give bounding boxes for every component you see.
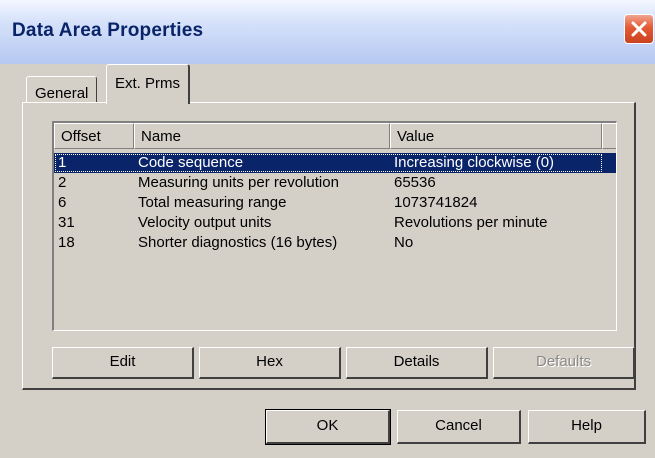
hex-button[interactable]: Hex [199, 347, 341, 379]
table-row[interactable]: 1 Code sequence Increasing clockwise (0) [54, 153, 616, 173]
table-row[interactable]: 31 Velocity output units Revolutions per… [54, 213, 616, 233]
edit-button[interactable]: Edit [52, 347, 194, 379]
row-value: 1073741824 [394, 194, 478, 211]
help-button-label: Help [571, 417, 602, 434]
details-button-label: Details [393, 353, 440, 370]
column-value-label: Value [397, 128, 435, 145]
title-bar[interactable]: Data Area Properties [0, 0, 655, 64]
cancel-button[interactable]: Cancel [397, 410, 521, 444]
row-name: Code sequence [138, 154, 244, 171]
cancel-button-label: Cancel [435, 417, 482, 434]
window-title: Data Area Properties [12, 20, 204, 41]
close-icon [631, 21, 647, 37]
row-value: Increasing clockwise (0) [394, 154, 555, 171]
column-header-name[interactable]: Name [134, 123, 390, 149]
close-button[interactable] [624, 14, 654, 44]
row-offset: 2 [58, 174, 67, 191]
table-row[interactable]: 2 Measuring units per revolution 65536 [54, 173, 616, 193]
row-value: Revolutions per minute [394, 214, 548, 231]
tab-ext-prms-label: Ext. Prms [115, 75, 181, 92]
ok-button-label: OK [316, 417, 339, 434]
column-name-label: Name [141, 128, 182, 145]
parameter-list[interactable]: Offset Name Value 1 Code sequence Increa… [52, 121, 617, 331]
row-value: 65536 [394, 174, 436, 191]
defaults-button-label: Defaults [535, 353, 592, 370]
table-row[interactable]: 18 Shorter diagnostics (16 bytes) No [54, 233, 616, 253]
column-header-value[interactable]: Value [390, 123, 602, 149]
table-row[interactable]: 6 Total measuring range 1073741824 [54, 193, 616, 213]
details-button[interactable]: Details [346, 347, 488, 379]
row-offset: 31 [58, 214, 75, 231]
defaults-button: Defaults [493, 347, 635, 379]
row-value: No [394, 234, 414, 251]
column-header-filler [602, 123, 616, 149]
row-offset: 6 [58, 194, 67, 211]
row-offset: 18 [58, 234, 75, 251]
tab-general-label: General [35, 85, 89, 102]
list-header: Offset Name Value [54, 123, 616, 149]
row-offset: 1 [58, 154, 67, 171]
row-name: Measuring units per revolution [138, 174, 339, 191]
row-name: Shorter diagnostics (16 bytes) [138, 234, 338, 251]
edit-button-label: Edit [109, 353, 136, 370]
help-button[interactable]: Help [528, 410, 646, 444]
ok-button[interactable]: OK [265, 409, 391, 445]
tab-ext-prms[interactable]: Ext. Prms [106, 64, 191, 104]
row-name: Velocity output units [138, 214, 272, 231]
hex-button-label: Hex [256, 353, 283, 370]
tab-panel: Offset Name Value 1 Code sequence Increa… [22, 102, 636, 390]
column-offset-label: Offset [61, 128, 101, 145]
column-header-offset[interactable]: Offset [54, 123, 134, 149]
tab-general[interactable]: General [26, 76, 98, 104]
dialog-body: General Ext. Prms Offset Name Value 1 Co… [0, 64, 655, 458]
row-name: Total measuring range [138, 194, 287, 211]
